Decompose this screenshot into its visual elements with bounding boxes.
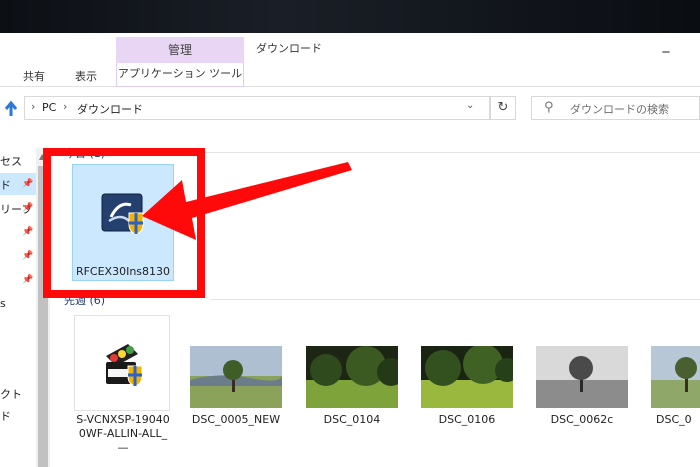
breadcrumb-separator[interactable]: › [31,100,35,113]
breadcrumb-pc[interactable]: PC [42,101,56,114]
chevron-down-icon[interactable]: ⌄ [466,100,474,111]
refresh-button[interactable]: ↻ [490,96,516,120]
photo-thumbnail[interactable] [651,346,700,408]
minimize-button[interactable]: _ [656,38,676,54]
tab-application-tools[interactable]: アプリケーション ツール [116,63,244,87]
photo-thumbnail[interactable] [190,346,282,408]
tab-view[interactable]: 表示 [75,68,97,84]
search-icon: ⚲ [544,100,554,115]
pin-icon: 📌 [22,227,34,237]
group-divider [210,299,700,300]
ribbon-tab-bar [0,63,700,87]
file-name: DSC_0 [656,413,692,426]
nav-item-docs[interactable]: s [0,297,6,310]
pin-icon: 📌 [22,275,34,285]
breadcrumb-downloads[interactable]: ダウンロード [77,101,143,117]
nav-item-quick-access[interactable]: セス [0,153,22,169]
nav-item-downloads[interactable]: ド [0,408,11,424]
breadcrumb-separator[interactable]: › [63,100,67,113]
window-title: ダウンロード [256,42,322,55]
photo-thumbnail[interactable] [421,346,513,408]
nikon-installer-icon [106,344,143,387]
refresh-icon: ↻ [497,100,509,115]
pointer-arrow-icon [142,162,352,240]
group-divider [140,152,700,153]
file-name-line: 0WF-ALLIN-ALL_ [78,427,168,440]
search-placeholder: ダウンロードの検索 [570,103,669,116]
file-name: DSC_0062c [550,413,614,426]
pin-icon: 📌 [22,179,34,189]
pin-icon: 📌 [22,251,34,261]
desktop-background [0,0,700,33]
file-name: DSC_0005_NEW [191,413,281,426]
up-arrow-icon[interactable] [3,99,19,117]
photo-thumbnail[interactable] [306,346,398,408]
nav-item-object[interactable]: クト [0,386,22,402]
context-tab-header[interactable]: 管理 [116,37,244,64]
tab-share[interactable]: 共有 [23,68,45,84]
title-bar [0,33,700,63]
pin-icon: 📌 [22,203,34,213]
photo-thumbnail[interactable] [536,346,628,408]
nav-item-desktop[interactable]: ド [0,177,11,193]
file-name-line: S-VCNXSP-19040 [76,413,170,426]
file-name: DSC_0106 [438,413,496,426]
file-name: DSC_0104 [323,413,381,426]
file-name-line: — [117,441,129,454]
